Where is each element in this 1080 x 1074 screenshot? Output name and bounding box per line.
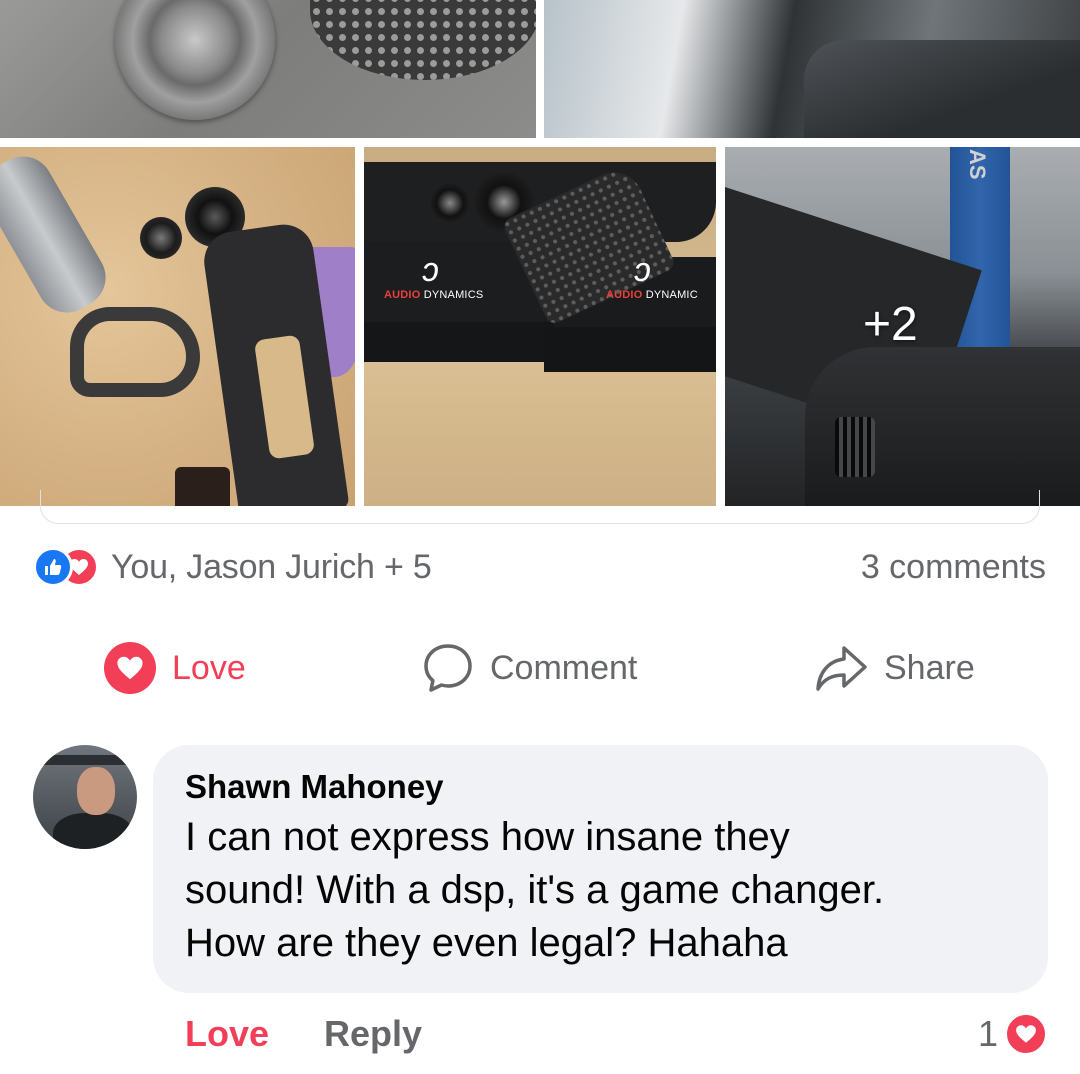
like-icon (33, 547, 73, 587)
audio-dynamics-logo-icon: ↄ (422, 251, 439, 289)
comment-line: How are they even legal? Hahaha (185, 921, 788, 965)
more-photos-count[interactable]: +2 (863, 297, 918, 352)
comment-icon (424, 644, 472, 692)
post-card-edge (40, 490, 1040, 524)
post-photo-tweeter[interactable] (0, 0, 536, 138)
comment-button-label: Comment (490, 648, 638, 687)
product-brand-text: AUDIO DYNAMIC (606, 289, 698, 301)
tweeter-small-shape (140, 217, 182, 259)
commenter-avatar[interactable] (33, 745, 137, 849)
audio-dynamics-logo-icon: ↄ (634, 251, 651, 289)
post-photo-more[interactable]: AS +2 (725, 147, 1080, 506)
pod-tweeter-shape (429, 182, 471, 224)
share-icon (816, 646, 867, 691)
comment-reply-button[interactable]: Reply (324, 1013, 422, 1055)
post-action-bar: Love Comment Share (0, 636, 1080, 700)
product-brand-text: AUDIO DYNAMICS (384, 289, 484, 301)
post-photo-audio-dynamics[interactable]: ↄ ↄ AUDIO DYNAMICS AUDIO DYNAMIC (364, 147, 716, 506)
dashboard-shape (804, 40, 1080, 138)
comment-count[interactable]: 3 comments (861, 546, 1046, 588)
post-photo-workbench[interactable] (0, 147, 355, 506)
comment-reaction-number: 1 (977, 1013, 998, 1054)
avatar-background-beam (33, 755, 137, 765)
reaction-names[interactable]: You, Jason Jurich + 5 (111, 548, 432, 587)
comment-line: sound! With a dsp, it's a game changer. (185, 868, 885, 912)
comment-text: I can not express how insane they sound!… (185, 811, 1016, 970)
rotary-tool-shape (0, 147, 117, 324)
comment-actions: Love Reply (185, 1008, 422, 1060)
product-box-left-lower (364, 322, 554, 362)
avatar-face (77, 767, 115, 815)
comment-love-button[interactable]: Love (185, 1013, 269, 1055)
love-button[interactable]: Love (104, 636, 246, 700)
comment-author[interactable]: Shawn Mahoney (185, 767, 1016, 807)
avatar-body (53, 813, 133, 849)
love-icon (1004, 1012, 1048, 1056)
love-icon (104, 642, 156, 694)
love-button-label: Love (172, 648, 246, 687)
comment-reaction-count[interactable]: 1 (978, 1008, 1048, 1060)
speaker-grille-shape (310, 0, 536, 80)
product-box-right-lower (544, 327, 716, 372)
post-photo-dashboard[interactable] (544, 0, 1080, 138)
share-button[interactable]: Share (814, 636, 975, 700)
comment-bubble[interactable]: Shawn Mahoney I can not express how insa… (153, 745, 1048, 993)
share-button-label: Share (884, 648, 975, 687)
comment-line: I can not express how insane they (185, 815, 790, 859)
comment-button[interactable]: Comment (422, 636, 637, 700)
speaker-bracket-shape (70, 307, 200, 397)
reaction-summary[interactable]: You, Jason Jurich + 5 (33, 546, 432, 588)
tweeter-shape (115, 0, 275, 120)
post-photo-grid: ↄ ↄ AUDIO DYNAMICS AUDIO DYNAMIC AS +2 (0, 0, 1080, 506)
